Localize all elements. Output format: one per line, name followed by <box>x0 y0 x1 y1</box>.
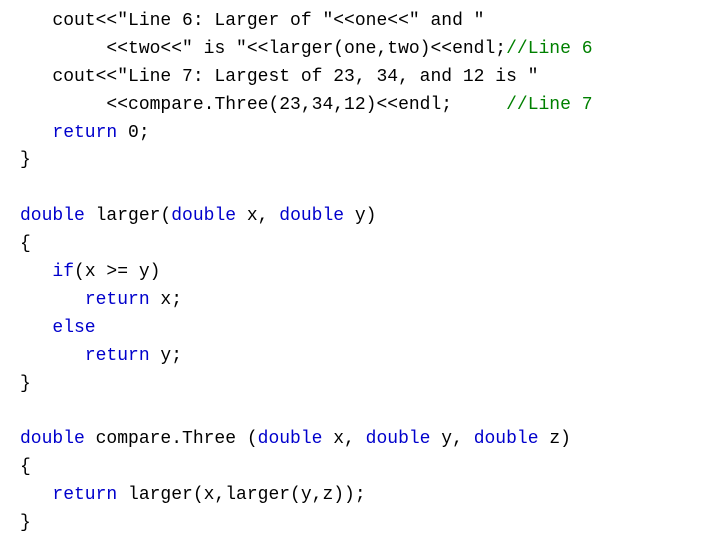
code-text: larger(x,larger(y,z)); <box>117 485 365 505</box>
keyword: return <box>52 123 117 143</box>
comment: //Line 6 <box>506 39 592 59</box>
code-text: x; <box>150 290 182 310</box>
code-text <box>20 178 31 198</box>
keyword: return <box>85 290 150 310</box>
keyword: double <box>20 429 85 449</box>
code-text: larger( <box>85 206 171 226</box>
keyword: double <box>366 429 431 449</box>
code-line: return y; <box>20 343 720 371</box>
code-text: } <box>20 150 31 170</box>
keyword: double <box>279 206 344 226</box>
indent <box>20 67 52 87</box>
code-line: else <box>20 315 720 343</box>
indent <box>20 262 52 282</box>
code-text: x, <box>322 429 365 449</box>
keyword: double <box>20 206 85 226</box>
code-line: } <box>20 510 720 538</box>
code-text: { <box>20 234 31 254</box>
code-line: } <box>20 147 720 175</box>
code-line <box>20 398 720 426</box>
keyword: else <box>52 318 95 338</box>
indent <box>20 485 52 505</box>
code-line: <<two<<" is "<<larger(one,two)<<endl;//L… <box>20 36 720 64</box>
code-text: } <box>20 513 31 533</box>
code-line: cout<<"Line 6: Larger of "<<one<<" and " <box>20 8 720 36</box>
code-line: if(x >= y) <box>20 259 720 287</box>
comment: //Line 7 <box>506 95 592 115</box>
code-line: double larger(double x, double y) <box>20 203 720 231</box>
code-text: z) <box>539 429 571 449</box>
code-text <box>20 401 31 421</box>
code-text: (x >= y) <box>74 262 160 282</box>
indent <box>20 346 85 366</box>
keyword: double <box>258 429 323 449</box>
indent <box>20 39 106 59</box>
code-text: cout<<"Line 7: Largest of 23, 34, and 12… <box>52 67 538 87</box>
code-line: double compare.Three (double x, double y… <box>20 426 720 454</box>
indent <box>20 318 52 338</box>
indent <box>20 11 52 31</box>
keyword: if <box>52 262 74 282</box>
keyword: double <box>171 206 236 226</box>
code-text: x, <box>236 206 279 226</box>
code-line: cout<<"Line 7: Largest of 23, 34, and 12… <box>20 64 720 92</box>
code-line: return x; <box>20 287 720 315</box>
code-text: { <box>20 457 31 477</box>
indent <box>20 123 52 143</box>
keyword: return <box>52 485 117 505</box>
code-text: <<compare.Three(23,34,12)<<endl; <box>106 95 506 115</box>
code-line <box>20 175 720 203</box>
code-text: y, <box>430 429 473 449</box>
code-text: cout<<"Line 6: Larger of "<<one<<" and " <box>52 11 484 31</box>
code-text: <<two<<" is "<<larger(one,two)<<endl; <box>106 39 506 59</box>
code-text: y) <box>344 206 376 226</box>
keyword: double <box>474 429 539 449</box>
code-block: cout<<"Line 6: Larger of "<<one<<" and "… <box>0 0 720 538</box>
code-line: } <box>20 371 720 399</box>
code-text: compare.Three ( <box>85 429 258 449</box>
code-line: <<compare.Three(23,34,12)<<endl; //Line … <box>20 92 720 120</box>
code-line: return 0; <box>20 120 720 148</box>
code-text: y; <box>150 346 182 366</box>
indent <box>20 95 106 115</box>
keyword: return <box>85 346 150 366</box>
code-text: 0; <box>117 123 149 143</box>
indent <box>20 290 85 310</box>
code-line: return larger(x,larger(y,z)); <box>20 482 720 510</box>
code-line: { <box>20 231 720 259</box>
code-line: { <box>20 454 720 482</box>
code-text: } <box>20 374 31 394</box>
